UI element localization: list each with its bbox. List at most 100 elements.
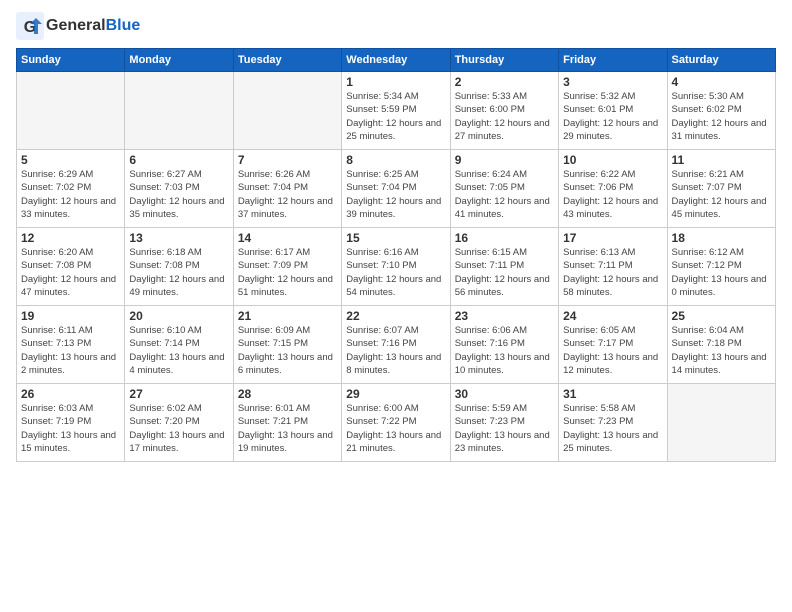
day-number: 6 xyxy=(129,153,228,167)
day-number: 2 xyxy=(455,75,554,89)
day-info: Sunrise: 6:10 AM Sunset: 7:14 PM Dayligh… xyxy=(129,324,228,377)
day-number: 3 xyxy=(563,75,662,89)
calendar-cell: 4Sunrise: 5:30 AM Sunset: 6:02 PM Daylig… xyxy=(667,72,775,150)
calendar-cell: 9Sunrise: 6:24 AM Sunset: 7:05 PM Daylig… xyxy=(450,150,558,228)
day-number: 22 xyxy=(346,309,445,323)
calendar-cell: 6Sunrise: 6:27 AM Sunset: 7:03 PM Daylig… xyxy=(125,150,233,228)
day-number: 11 xyxy=(672,153,771,167)
calendar-cell: 18Sunrise: 6:12 AM Sunset: 7:12 PM Dayli… xyxy=(667,228,775,306)
calendar-cell: 2Sunrise: 5:33 AM Sunset: 6:00 PM Daylig… xyxy=(450,72,558,150)
day-info: Sunrise: 6:17 AM Sunset: 7:09 PM Dayligh… xyxy=(238,246,337,299)
day-number: 7 xyxy=(238,153,337,167)
day-info: Sunrise: 6:20 AM Sunset: 7:08 PM Dayligh… xyxy=(21,246,120,299)
day-info: Sunrise: 6:24 AM Sunset: 7:05 PM Dayligh… xyxy=(455,168,554,221)
day-info: Sunrise: 6:06 AM Sunset: 7:16 PM Dayligh… xyxy=(455,324,554,377)
day-info: Sunrise: 6:29 AM Sunset: 7:02 PM Dayligh… xyxy=(21,168,120,221)
calendar-cell: 5Sunrise: 6:29 AM Sunset: 7:02 PM Daylig… xyxy=(17,150,125,228)
day-info: Sunrise: 6:27 AM Sunset: 7:03 PM Dayligh… xyxy=(129,168,228,221)
day-info: Sunrise: 6:11 AM Sunset: 7:13 PM Dayligh… xyxy=(21,324,120,377)
day-number: 30 xyxy=(455,387,554,401)
calendar-cell: 17Sunrise: 6:13 AM Sunset: 7:11 PM Dayli… xyxy=(559,228,667,306)
calendar-cell: 30Sunrise: 5:59 AM Sunset: 7:23 PM Dayli… xyxy=(450,384,558,462)
header: G GeneralBlue xyxy=(16,12,776,40)
day-info: Sunrise: 6:05 AM Sunset: 7:17 PM Dayligh… xyxy=(563,324,662,377)
day-info: Sunrise: 6:07 AM Sunset: 7:16 PM Dayligh… xyxy=(346,324,445,377)
day-number: 9 xyxy=(455,153,554,167)
day-info: Sunrise: 6:04 AM Sunset: 7:18 PM Dayligh… xyxy=(672,324,771,377)
logo-general: General xyxy=(46,17,106,34)
day-header-tuesday: Tuesday xyxy=(233,49,341,72)
calendar-cell: 29Sunrise: 6:00 AM Sunset: 7:22 PM Dayli… xyxy=(342,384,450,462)
calendar-cell: 16Sunrise: 6:15 AM Sunset: 7:11 PM Dayli… xyxy=(450,228,558,306)
calendar-cell: 27Sunrise: 6:02 AM Sunset: 7:20 PM Dayli… xyxy=(125,384,233,462)
day-number: 1 xyxy=(346,75,445,89)
day-number: 20 xyxy=(129,309,228,323)
calendar-cell: 21Sunrise: 6:09 AM Sunset: 7:15 PM Dayli… xyxy=(233,306,341,384)
calendar-cell xyxy=(233,72,341,150)
day-info: Sunrise: 6:01 AM Sunset: 7:21 PM Dayligh… xyxy=(238,402,337,455)
day-info: Sunrise: 5:32 AM Sunset: 6:01 PM Dayligh… xyxy=(563,90,662,143)
day-header-friday: Friday xyxy=(559,49,667,72)
day-info: Sunrise: 5:33 AM Sunset: 6:00 PM Dayligh… xyxy=(455,90,554,143)
day-info: Sunrise: 6:21 AM Sunset: 7:07 PM Dayligh… xyxy=(672,168,771,221)
calendar-cell: 23Sunrise: 6:06 AM Sunset: 7:16 PM Dayli… xyxy=(450,306,558,384)
day-number: 27 xyxy=(129,387,228,401)
calendar-cell: 15Sunrise: 6:16 AM Sunset: 7:10 PM Dayli… xyxy=(342,228,450,306)
day-info: Sunrise: 5:58 AM Sunset: 7:23 PM Dayligh… xyxy=(563,402,662,455)
day-header-saturday: Saturday xyxy=(667,49,775,72)
day-header-thursday: Thursday xyxy=(450,49,558,72)
day-info: Sunrise: 6:02 AM Sunset: 7:20 PM Dayligh… xyxy=(129,402,228,455)
calendar-cell: 10Sunrise: 6:22 AM Sunset: 7:06 PM Dayli… xyxy=(559,150,667,228)
day-info: Sunrise: 6:26 AM Sunset: 7:04 PM Dayligh… xyxy=(238,168,337,221)
day-info: Sunrise: 6:03 AM Sunset: 7:19 PM Dayligh… xyxy=(21,402,120,455)
calendar-cell: 19Sunrise: 6:11 AM Sunset: 7:13 PM Dayli… xyxy=(17,306,125,384)
day-info: Sunrise: 6:18 AM Sunset: 7:08 PM Dayligh… xyxy=(129,246,228,299)
calendar-cell: 13Sunrise: 6:18 AM Sunset: 7:08 PM Dayli… xyxy=(125,228,233,306)
logo-blue: Blue xyxy=(106,17,141,34)
day-number: 25 xyxy=(672,309,771,323)
logo: G GeneralBlue xyxy=(16,12,140,40)
day-number: 14 xyxy=(238,231,337,245)
day-number: 23 xyxy=(455,309,554,323)
calendar-cell: 8Sunrise: 6:25 AM Sunset: 7:04 PM Daylig… xyxy=(342,150,450,228)
calendar-cell: 12Sunrise: 6:20 AM Sunset: 7:08 PM Dayli… xyxy=(17,228,125,306)
calendar-cell: 31Sunrise: 5:58 AM Sunset: 7:23 PM Dayli… xyxy=(559,384,667,462)
calendar-cell: 20Sunrise: 6:10 AM Sunset: 7:14 PM Dayli… xyxy=(125,306,233,384)
day-info: Sunrise: 6:22 AM Sunset: 7:06 PM Dayligh… xyxy=(563,168,662,221)
calendar-cell xyxy=(17,72,125,150)
day-info: Sunrise: 6:16 AM Sunset: 7:10 PM Dayligh… xyxy=(346,246,445,299)
day-number: 12 xyxy=(21,231,120,245)
day-number: 26 xyxy=(21,387,120,401)
day-info: Sunrise: 5:59 AM Sunset: 7:23 PM Dayligh… xyxy=(455,402,554,455)
day-number: 18 xyxy=(672,231,771,245)
day-header-wednesday: Wednesday xyxy=(342,49,450,72)
calendar-cell: 1Sunrise: 5:34 AM Sunset: 5:59 PM Daylig… xyxy=(342,72,450,150)
day-number: 13 xyxy=(129,231,228,245)
calendar-cell: 3Sunrise: 5:32 AM Sunset: 6:01 PM Daylig… xyxy=(559,72,667,150)
logo-icon: G xyxy=(16,12,44,40)
day-number: 21 xyxy=(238,309,337,323)
day-info: Sunrise: 6:13 AM Sunset: 7:11 PM Dayligh… xyxy=(563,246,662,299)
day-info: Sunrise: 5:30 AM Sunset: 6:02 PM Dayligh… xyxy=(672,90,771,143)
day-number: 31 xyxy=(563,387,662,401)
calendar-cell: 24Sunrise: 6:05 AM Sunset: 7:17 PM Dayli… xyxy=(559,306,667,384)
day-number: 15 xyxy=(346,231,445,245)
calendar-header: SundayMondayTuesdayWednesdayThursdayFrid… xyxy=(17,49,776,72)
week-row-2: 12Sunrise: 6:20 AM Sunset: 7:08 PM Dayli… xyxy=(17,228,776,306)
calendar-cell xyxy=(125,72,233,150)
day-number: 24 xyxy=(563,309,662,323)
calendar: SundayMondayTuesdayWednesdayThursdayFrid… xyxy=(16,48,776,462)
week-row-1: 5Sunrise: 6:29 AM Sunset: 7:02 PM Daylig… xyxy=(17,150,776,228)
day-info: Sunrise: 6:25 AM Sunset: 7:04 PM Dayligh… xyxy=(346,168,445,221)
day-number: 17 xyxy=(563,231,662,245)
day-info: Sunrise: 6:12 AM Sunset: 7:12 PM Dayligh… xyxy=(672,246,771,299)
day-info: Sunrise: 5:34 AM Sunset: 5:59 PM Dayligh… xyxy=(346,90,445,143)
day-number: 10 xyxy=(563,153,662,167)
calendar-cell: 28Sunrise: 6:01 AM Sunset: 7:21 PM Dayli… xyxy=(233,384,341,462)
day-number: 19 xyxy=(21,309,120,323)
calendar-cell: 11Sunrise: 6:21 AM Sunset: 7:07 PM Dayli… xyxy=(667,150,775,228)
calendar-body: 1Sunrise: 5:34 AM Sunset: 5:59 PM Daylig… xyxy=(17,72,776,462)
calendar-cell: 22Sunrise: 6:07 AM Sunset: 7:16 PM Dayli… xyxy=(342,306,450,384)
calendar-cell: 7Sunrise: 6:26 AM Sunset: 7:04 PM Daylig… xyxy=(233,150,341,228)
week-row-4: 26Sunrise: 6:03 AM Sunset: 7:19 PM Dayli… xyxy=(17,384,776,462)
